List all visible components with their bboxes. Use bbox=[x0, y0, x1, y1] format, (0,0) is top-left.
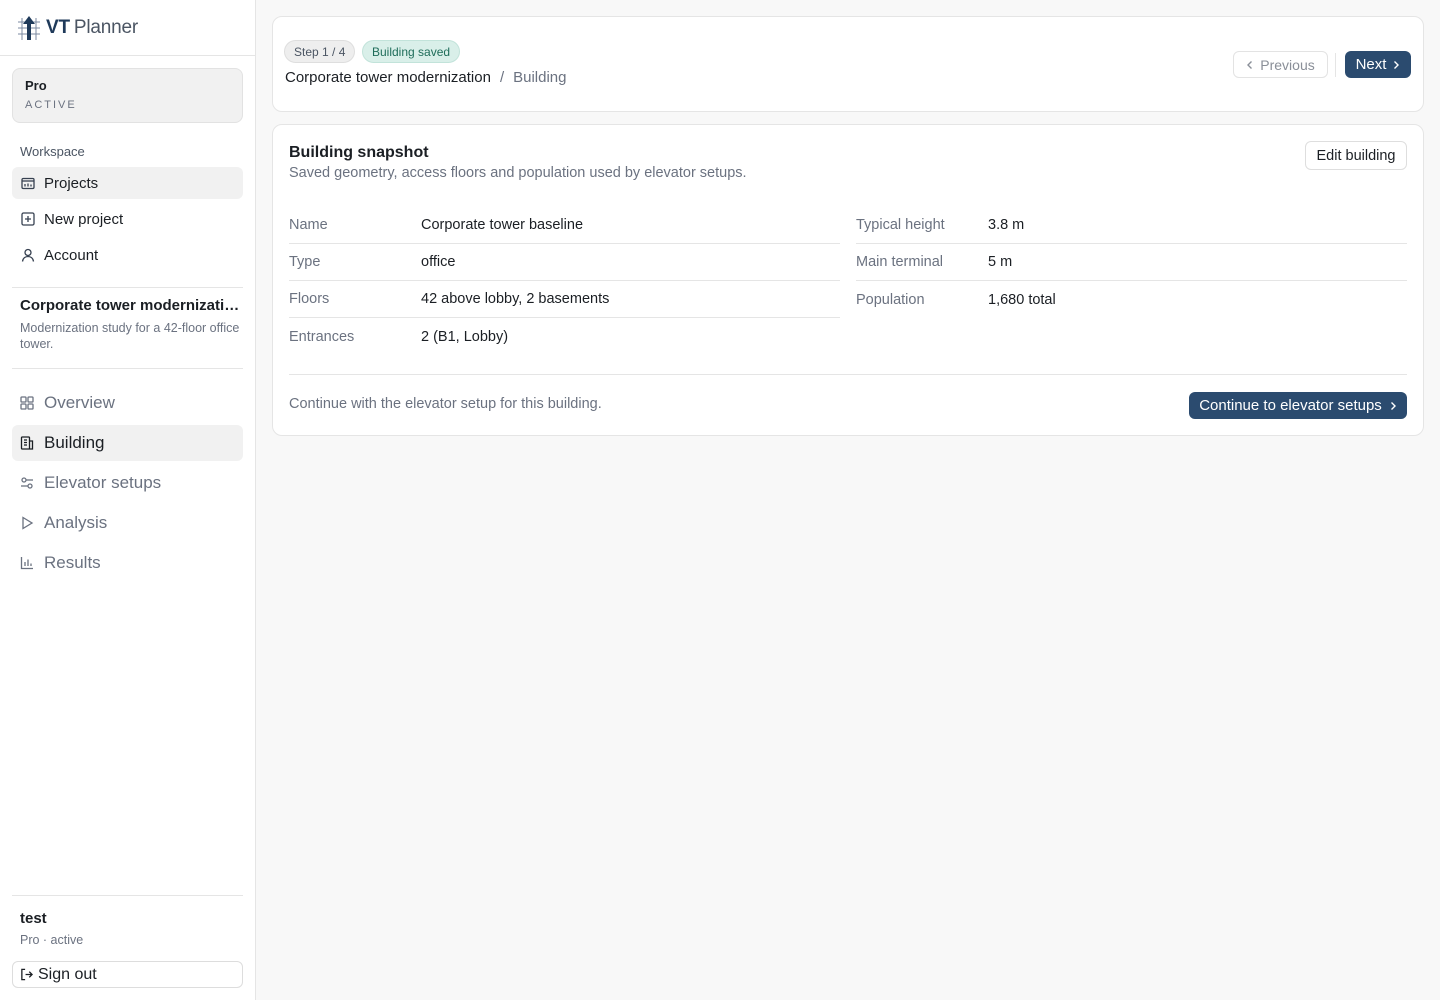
building-icon bbox=[20, 436, 34, 450]
field-label: Floors bbox=[289, 291, 330, 307]
field-value: 42 above lobby, 2 basements bbox=[421, 291, 610, 307]
plus-square-icon bbox=[21, 212, 35, 226]
workspace-section-label: Workspace bbox=[20, 144, 85, 159]
sidebar-step-building[interactable]: Building bbox=[12, 425, 243, 461]
sidebar-divider bbox=[12, 368, 243, 369]
field-value: 2 (B1, Lobby) bbox=[421, 328, 509, 345]
sidebar-step-label: Analysis bbox=[44, 513, 108, 532]
plan-card: Pro ACTIVE bbox=[12, 68, 243, 123]
status-badge: Building saved bbox=[362, 40, 461, 63]
field-value: Corporate tower baseline bbox=[421, 217, 584, 233]
folder-icon bbox=[21, 176, 35, 190]
chevron-left-icon bbox=[1246, 60, 1254, 70]
snapshot-fields-right: Typical height 3.8 m Main terminal 5 m P… bbox=[856, 207, 1407, 318]
breadcrumb: Corporate tower modernization / Building bbox=[285, 69, 566, 86]
plan-name: Pro bbox=[25, 78, 47, 93]
building-snapshot-card: Building snapshot Saved geometry, access… bbox=[272, 124, 1424, 436]
sidebar-step-analysis[interactable]: Analysis bbox=[12, 505, 243, 541]
chevron-right-icon bbox=[1389, 401, 1397, 411]
field-value: 3.8 m bbox=[988, 217, 1025, 233]
field-label: Type bbox=[289, 254, 321, 270]
field-row: Floors 42 above lobby, 2 basements bbox=[289, 281, 840, 318]
breadcrumb-current: Building bbox=[513, 69, 567, 86]
field-value: 5 m bbox=[988, 254, 1013, 270]
sidebar-step-results[interactable]: Results bbox=[12, 545, 243, 581]
sidebar-item-account[interactable]: Account bbox=[12, 239, 243, 271]
sidebar-item-label: Account bbox=[44, 246, 99, 264]
field-label: Name bbox=[289, 217, 328, 233]
sidebar-step-label: Results bbox=[44, 553, 101, 572]
field-label: Main terminal bbox=[856, 254, 944, 270]
current-project-description: Modernization study for a 42-floor offic… bbox=[20, 321, 240, 351]
snapshot-footer-text: Continue with the elevator setup for thi… bbox=[289, 396, 602, 412]
field-value: 1,680 total bbox=[988, 291, 1056, 308]
field-row: Population 1,680 total bbox=[856, 281, 1407, 318]
brand-planner: Planner bbox=[73, 16, 138, 38]
sign-out-label: Sign out bbox=[38, 965, 97, 983]
sidebar-item-label: New project bbox=[44, 210, 124, 228]
step-badge: Step 1 / 4 bbox=[284, 40, 356, 63]
snapshot-title: Building snapshot bbox=[289, 144, 429, 161]
settings-sliders-icon bbox=[20, 476, 34, 490]
field-row: Main terminal 5 m bbox=[856, 244, 1407, 281]
user-name: test bbox=[20, 910, 47, 927]
sidebar-item-projects[interactable]: Projects bbox=[12, 167, 243, 199]
snapshot-fields-left: Name Corporate tower baseline Type offic… bbox=[289, 207, 840, 355]
sign-out-icon bbox=[20, 968, 33, 981]
user-plan: Pro · active bbox=[20, 933, 84, 947]
sidebar-step-label: Overview bbox=[44, 393, 115, 412]
snapshot-divider bbox=[289, 374, 1407, 375]
breadcrumb-project[interactable]: Corporate tower modernization bbox=[285, 69, 491, 86]
sidebar-divider bbox=[12, 287, 243, 288]
continue-to-elevator-setups-button[interactable]: Continue to elevator setups bbox=[1189, 392, 1407, 419]
sidebar-step-label: Building bbox=[44, 433, 105, 452]
wizard-header: Step 1 / 4 Building saved Corporate towe… bbox=[272, 16, 1424, 112]
chevron-right-icon bbox=[1392, 60, 1400, 70]
edit-building-button[interactable]: Edit building bbox=[1305, 141, 1407, 170]
sidebar-step-elevator-setups[interactable]: Elevator setups bbox=[12, 465, 243, 501]
sidebar-step-label: Elevator setups bbox=[44, 473, 162, 492]
field-row: Name Corporate tower baseline bbox=[289, 207, 840, 244]
sidebar: VT Planner Pro ACTIVE Workspace Projects … bbox=[0, 0, 256, 1000]
field-label: Entrances bbox=[289, 328, 355, 345]
field-label: Typical height bbox=[856, 217, 945, 233]
header-divider bbox=[1335, 53, 1336, 77]
plan-status: ACTIVE bbox=[25, 99, 77, 111]
sidebar-item-label: Projects bbox=[44, 174, 99, 192]
breadcrumb-separator: / bbox=[499, 69, 505, 86]
grid-icon bbox=[20, 396, 34, 410]
next-button[interactable]: Next bbox=[1345, 51, 1411, 78]
current-project-title: Corporate tower modernizati… bbox=[20, 297, 240, 314]
sidebar-divider bbox=[12, 895, 243, 896]
continue-label: Continue to elevator setups bbox=[1199, 397, 1382, 414]
field-row: Typical height 3.8 m bbox=[856, 207, 1407, 244]
user-icon bbox=[21, 248, 35, 262]
field-row: Type office bbox=[289, 244, 840, 281]
sidebar-step-overview[interactable]: Overview bbox=[12, 385, 243, 421]
sign-out-button[interactable]: Sign out bbox=[12, 961, 243, 988]
bar-chart-icon bbox=[20, 556, 34, 570]
snapshot-subtitle: Saved geometry, access floors and popula… bbox=[289, 165, 747, 181]
field-value: office bbox=[421, 254, 456, 270]
next-label: Next bbox=[1355, 56, 1387, 73]
field-row: Entrances 2 (B1, Lobby) bbox=[289, 318, 840, 355]
previous-label: Previous bbox=[1260, 56, 1315, 73]
brand[interactable]: VT Planner bbox=[0, 0, 255, 56]
sidebar-item-new-project[interactable]: New project bbox=[12, 203, 243, 235]
brand-vt: VT bbox=[46, 16, 70, 38]
vt-logo-icon bbox=[16, 14, 42, 42]
previous-button[interactable]: Previous bbox=[1233, 51, 1328, 78]
field-label: Population bbox=[856, 291, 925, 308]
play-icon bbox=[20, 516, 34, 530]
